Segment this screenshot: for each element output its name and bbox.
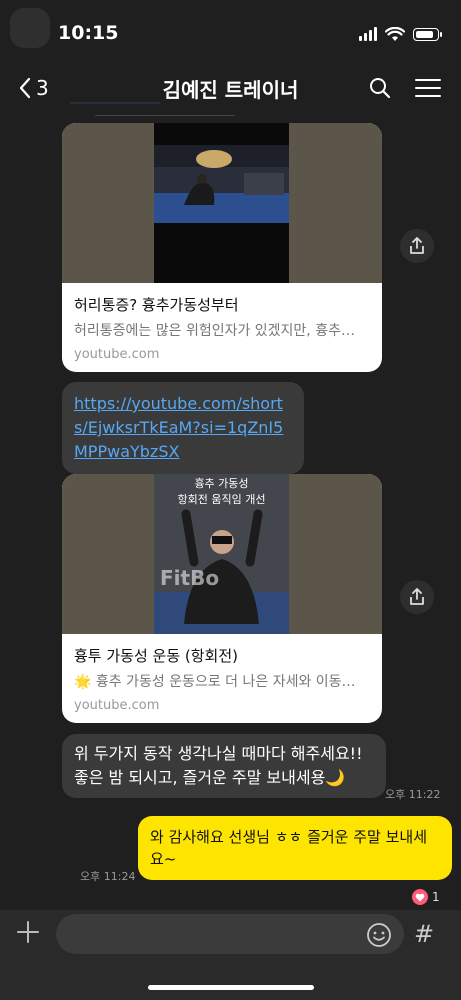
- status-icons: [359, 24, 442, 44]
- video-thumbnail: 흉추 가동성 항회전 움직임 개선 FitBo: [62, 474, 382, 634]
- card-domain: youtube.com: [74, 698, 160, 713]
- header-divider: [95, 115, 235, 116]
- video-frame: [154, 123, 289, 283]
- message-time: 오후 11:22: [385, 788, 441, 801]
- outgoing-message: 와 감사해요 선생님 ㅎㅎ 즐거운 주말 보내세요~: [138, 816, 452, 880]
- link-message[interactable]: https://youtube.com/shorts/EjwksrTkEaM?s…: [62, 382, 304, 474]
- incoming-message: 위 두가지 동작 생각나실 때마다 해주세요!! 좋은 밤 되시고, 즐거운 주…: [62, 734, 386, 798]
- background-avatar: [10, 8, 50, 48]
- share-button[interactable]: [400, 229, 434, 263]
- thumbnail-caption: 흉추 가동성 항회전 움직임 개선: [177, 477, 266, 506]
- search-icon[interactable]: [368, 76, 392, 100]
- card-domain: youtube.com: [74, 347, 160, 362]
- message-input[interactable]: [56, 914, 404, 954]
- home-indicator: [148, 985, 314, 990]
- link-preview-card[interactable]: 흉추 가동성 항회전 움직임 개선 FitBo 흉투 가동성 운동 (항회전) …: [62, 474, 382, 723]
- card-description: 🌟 흉추 가동성 운동으로 더 나은 자세와 이동…: [74, 674, 356, 690]
- share-button[interactable]: [400, 580, 434, 614]
- share-icon: [410, 588, 424, 605]
- card-title: 흉투 가동성 운동 (항회전): [74, 647, 239, 665]
- reaction-count: 1: [432, 890, 440, 904]
- plus-icon[interactable]: [16, 920, 40, 944]
- card-description: 허리통증에는 많은 위험인자가 있겠지만, 흉추…: [74, 323, 355, 339]
- signal-icon: [359, 27, 377, 41]
- emoji-icon[interactable]: [366, 922, 392, 948]
- menu-icon[interactable]: [415, 78, 441, 98]
- video-thumbnail: [62, 123, 382, 283]
- link-preview-card[interactable]: 허리통증? 흉추가동성부터 허리통증에는 많은 위험인자가 있겠지만, 흉추… …: [62, 123, 382, 372]
- message-time: 오후 11:24: [80, 870, 136, 883]
- video-frame: 흉추 가동성 항회전 움직임 개선 FitBo: [154, 474, 289, 634]
- card-title: 허리통증? 흉추가동성부터: [74, 296, 239, 314]
- gym-scene-image: [154, 145, 289, 223]
- share-icon: [410, 237, 424, 254]
- heart-icon: [412, 889, 428, 905]
- battery-icon: [413, 27, 442, 41]
- status-time: 10:15: [58, 22, 119, 44]
- hashtag-icon[interactable]: #: [414, 920, 434, 948]
- thumbnail-watermark: FitBo: [160, 566, 220, 590]
- wifi-icon: [385, 26, 405, 41]
- reaction-badge[interactable]: 1: [412, 889, 440, 905]
